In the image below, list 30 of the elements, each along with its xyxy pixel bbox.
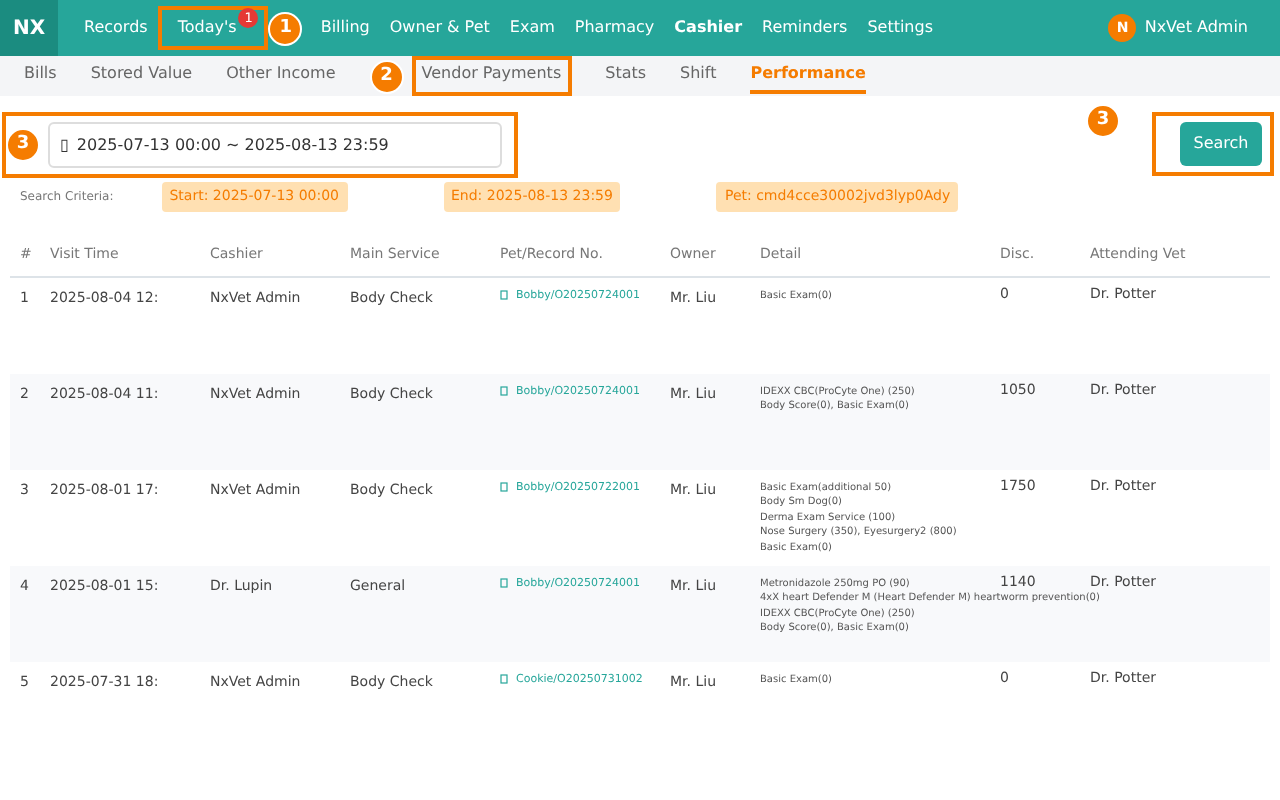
tab[interactable]: Other Income (226, 58, 336, 94)
tab[interactable]: Shift (680, 58, 717, 94)
tab[interactable]: Stats (605, 58, 647, 94)
pet-icon (500, 482, 508, 493)
date-range-field[interactable]: ▯ 2025-07-13 00:00 ~ 2025-08-13 23:59 (48, 122, 502, 168)
nav-item[interactable]: Owner & Pet (379, 16, 500, 40)
tab[interactable]: Bills (24, 58, 57, 94)
pet-icon (500, 386, 508, 397)
nav-item[interactable]: Records (74, 16, 158, 40)
step-number: 2 (369, 59, 404, 93)
nav-item[interactable]: Settings (857, 16, 943, 40)
step-number: 3 (1086, 104, 1120, 138)
nav-item[interactable]: Billing (310, 16, 380, 40)
pet-icon (500, 578, 508, 589)
pet-icon (500, 674, 508, 685)
nav-item[interactable]: Today's (167, 16, 239, 40)
nav-item[interactable]: Pharmacy (564, 16, 665, 40)
step-number: 3 (6, 128, 40, 162)
tab[interactable]: Stored Value (90, 58, 193, 94)
tab[interactable]: Vendor Payments (421, 58, 562, 94)
nav-item[interactable]: Exam (499, 16, 565, 40)
tab[interactable]: Performance (750, 58, 866, 94)
step-number: 1 (268, 11, 303, 45)
calendar-icon: ▯ (60, 133, 69, 157)
search-button[interactable]: Search (1180, 122, 1262, 166)
pet-icon (500, 290, 508, 301)
logo[interactable]: NX (0, 0, 58, 56)
nav-item[interactable]: Cashier (664, 16, 753, 40)
nav-item[interactable]: Reminders (752, 16, 858, 40)
user-name[interactable]: NxVet Admin (1144, 16, 1248, 40)
